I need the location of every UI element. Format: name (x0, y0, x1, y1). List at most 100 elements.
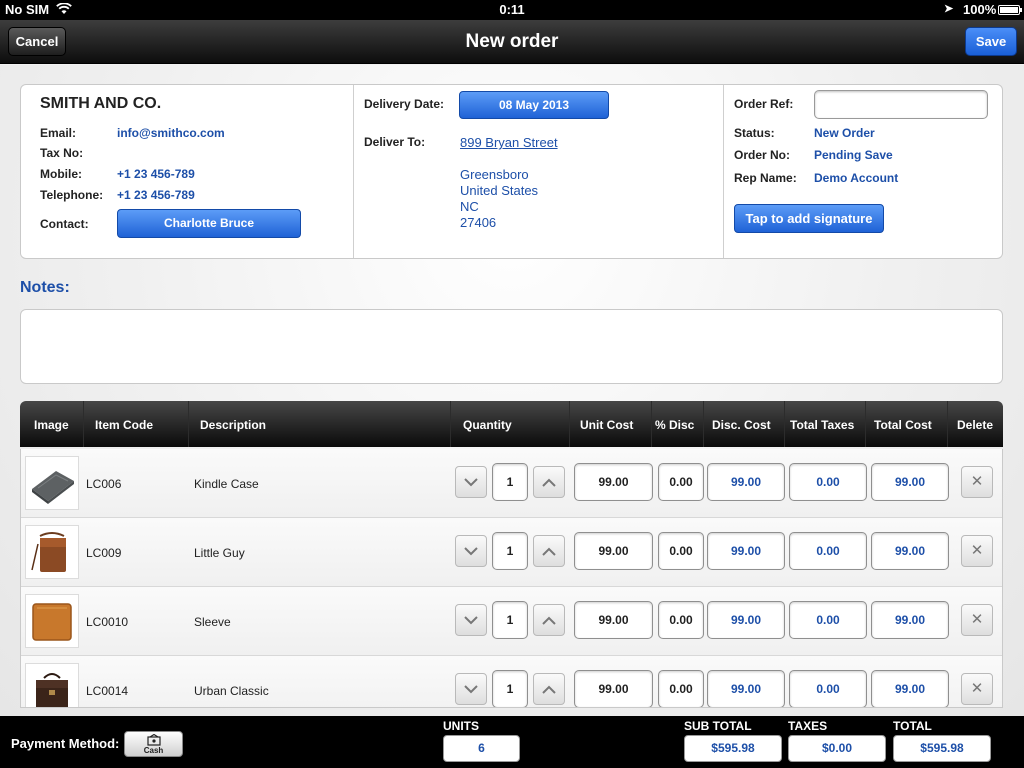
disc-cost-value: 99.00 (707, 670, 785, 708)
increase-quantity-button[interactable] (533, 466, 565, 498)
chevron-up-icon (542, 547, 556, 556)
notes-label: Notes: (20, 279, 70, 297)
delivery-state: NC (460, 199, 479, 214)
header-divider (188, 401, 189, 447)
col-delete: Delete (957, 418, 993, 432)
table-row[interactable]: LC0014 Urban Classic 1 99.00 0.00 99.00 … (21, 656, 1002, 708)
table-row[interactable]: LC0010 Sleeve 1 99.00 0.00 99.00 0.00 99… (21, 587, 1002, 656)
order-no-label: Order No: (734, 148, 790, 162)
rep-name-label: Rep Name: (734, 171, 797, 185)
quantity-input[interactable]: 1 (492, 601, 528, 639)
col-quantity: Quantity (463, 418, 512, 432)
nav-bar: Cancel New order Save (0, 20, 1024, 64)
quantity-input[interactable]: 1 (492, 463, 528, 501)
total-cost-value: 99.00 (871, 670, 949, 708)
units-label: UNITS (443, 719, 479, 733)
subtotal-value: $595.98 (684, 735, 782, 762)
notes-input[interactable] (20, 309, 1003, 384)
battery-icon (998, 5, 1020, 15)
unit-cost-input[interactable]: 99.00 (574, 532, 653, 570)
table-row[interactable]: LC006 Kindle Case 1 99.00 0.00 99.00 0.0… (21, 449, 1002, 518)
status-value: New Order (814, 126, 875, 140)
table-row[interactable]: LC009 Little Guy 1 99.00 0.00 99.00 0.00… (21, 518, 1002, 587)
rep-name-value: Demo Account (814, 171, 898, 185)
delete-row-button[interactable]: ✕ (961, 535, 993, 567)
increase-quantity-button[interactable] (533, 673, 565, 705)
total-cost-value: 99.00 (871, 532, 949, 570)
col-disc-cost: Disc. Cost (712, 418, 771, 432)
chevron-up-icon (542, 685, 556, 694)
item-code: LC009 (86, 546, 121, 560)
header-divider (569, 401, 570, 447)
tax-label: Tax No: (40, 146, 83, 160)
product-thumbnail[interactable] (25, 594, 79, 648)
decrease-quantity-button[interactable] (455, 673, 487, 705)
company-name: SMITH AND CO. (40, 95, 161, 113)
discount-input[interactable]: 0.00 (658, 463, 704, 501)
unit-cost-input[interactable]: 99.00 (574, 463, 653, 501)
total-value: $595.98 (893, 735, 991, 762)
delivery-city: Greensboro (460, 167, 529, 182)
product-thumbnail[interactable] (25, 456, 79, 510)
col-image: Image (34, 418, 69, 432)
discount-input[interactable]: 0.00 (658, 670, 704, 708)
order-ref-label: Order Ref: (734, 97, 793, 111)
contact-button[interactable]: Charlotte Bruce (117, 209, 301, 238)
delivery-street-link[interactable]: 899 Bryan Street (460, 135, 558, 150)
save-button[interactable]: Save (965, 27, 1017, 56)
close-icon: ✕ (971, 680, 984, 697)
col-disc: % Disc (655, 418, 694, 432)
close-icon: ✕ (971, 611, 984, 628)
status-label: Status: (734, 126, 775, 140)
close-icon: ✕ (971, 473, 984, 490)
decrease-quantity-button[interactable] (455, 604, 487, 636)
clock: 0:11 (0, 2, 1024, 17)
subtotal-label: SUB TOTAL (684, 719, 752, 733)
taxes-value: $0.00 (788, 735, 886, 762)
delivery-date-label: Delivery Date: (364, 97, 444, 111)
total-taxes-value: 0.00 (789, 532, 867, 570)
delete-row-button[interactable]: ✕ (961, 604, 993, 636)
email-value[interactable]: info@smithco.com (117, 126, 225, 140)
header-divider (703, 401, 704, 447)
total-label: TOTAL (893, 719, 932, 733)
unit-cost-input[interactable]: 99.00 (574, 670, 653, 708)
discount-input[interactable]: 0.00 (658, 532, 704, 570)
telephone-value[interactable]: +1 23 456-789 (117, 188, 195, 202)
quantity-input[interactable]: 1 (492, 670, 528, 708)
location-icon: ➤ (944, 2, 953, 15)
delete-row-button[interactable]: ✕ (961, 466, 993, 498)
total-cost-value: 99.00 (871, 601, 949, 639)
col-description: Description (200, 418, 266, 432)
discount-input[interactable]: 0.00 (658, 601, 704, 639)
order-form: SMITH AND CO. Email: info@smithco.com Ta… (0, 65, 1024, 716)
items-table-body[interactable]: LC006 Kindle Case 1 99.00 0.00 99.00 0.0… (20, 449, 1003, 708)
unit-cost-input[interactable]: 99.00 (574, 601, 653, 639)
delivery-zip: 27406 (460, 215, 496, 230)
mobile-label: Mobile: (40, 167, 82, 181)
product-thumbnail[interactable] (25, 525, 79, 579)
quantity-input[interactable]: 1 (492, 532, 528, 570)
battery-percent: 100% (963, 2, 996, 17)
disc-cost-value: 99.00 (707, 601, 785, 639)
header-divider (865, 401, 866, 447)
add-signature-button[interactable]: Tap to add signature (734, 204, 884, 233)
chevron-up-icon (542, 616, 556, 625)
column-divider (353, 85, 354, 258)
increase-quantity-button[interactable] (533, 604, 565, 636)
payment-method-button[interactable]: Cash (124, 731, 183, 757)
order-ref-input[interactable] (814, 90, 988, 119)
increase-quantity-button[interactable] (533, 535, 565, 567)
disc-cost-value: 99.00 (707, 532, 785, 570)
product-thumbnail[interactable] (25, 663, 79, 708)
decrease-quantity-button[interactable] (455, 535, 487, 567)
decrease-quantity-button[interactable] (455, 466, 487, 498)
mobile-value[interactable]: +1 23 456-789 (117, 167, 195, 181)
payment-method-value: Cash (125, 746, 182, 755)
delete-row-button[interactable]: ✕ (961, 673, 993, 705)
item-code: LC006 (86, 477, 121, 491)
delivery-date-button[interactable]: 08 May 2013 (459, 91, 609, 119)
item-description: Sleeve (194, 615, 231, 629)
total-taxes-value: 0.00 (789, 670, 867, 708)
taxes-label: TAXES (788, 719, 827, 733)
